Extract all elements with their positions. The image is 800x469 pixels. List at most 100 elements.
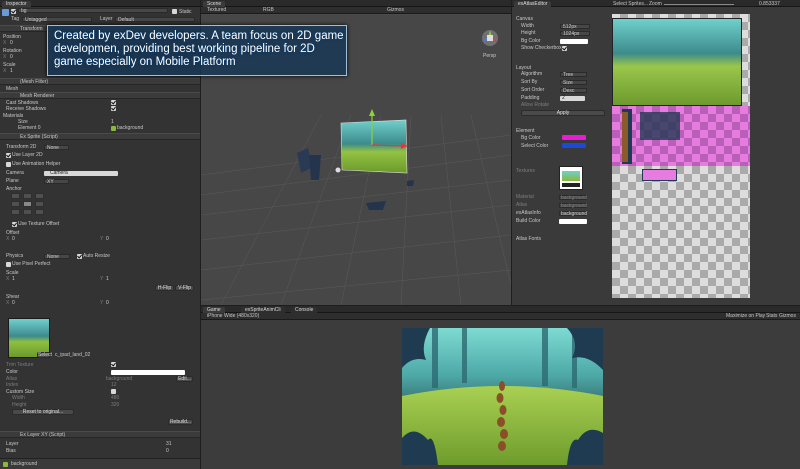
atlas-leaf-sprite[interactable]: [640, 112, 680, 140]
atlas-canvas[interactable]: [612, 14, 750, 298]
allow-rotate-label: Allow Rotate: [521, 102, 550, 108]
use-anim-helper-checkbox[interactable]: [6, 162, 11, 167]
scale-x-value[interactable]: 1: [10, 68, 13, 74]
tab-atlas-editor[interactable]: exAtlasEditor: [514, 1, 552, 7]
layer-dropdown[interactable]: Default: [115, 17, 195, 23]
canvas-width-dropdown[interactable]: 512px: [560, 24, 590, 30]
anchor-bot-left[interactable]: [11, 209, 20, 215]
anchor-bot-right[interactable]: [35, 209, 44, 215]
anchor-top-center[interactable]: [23, 193, 32, 199]
show-checkerbox-checkbox[interactable]: [562, 46, 567, 51]
hflip-button[interactable]: H-Flip: [155, 285, 174, 291]
layerxy-header[interactable]: Ex Layer XY (Script): [0, 431, 200, 438]
receive-shadows-checkbox[interactable]: [111, 106, 116, 111]
offset-y-value[interactable]: 0: [106, 236, 109, 242]
apply-button[interactable]: Apply: [521, 110, 605, 116]
atlas-small-sprites[interactable]: [642, 169, 677, 181]
show-checkerbox-label: Show Checkerbox: [521, 45, 562, 51]
bias-value[interactable]: 0: [166, 448, 169, 454]
anchor-mid-center[interactable]: [23, 201, 32, 207]
object-name-field[interactable]: bg: [18, 8, 168, 14]
padding-field[interactable]: 2: [560, 95, 585, 101]
width-label: Width: [12, 395, 25, 401]
use-pixel-perfect-checkbox[interactable]: [6, 262, 11, 267]
camera-field[interactable]: Camera: [44, 170, 118, 176]
plane-dropdown[interactable]: XY: [44, 179, 69, 185]
atlas-bg-sprite[interactable]: [612, 18, 742, 106]
texture-preview[interactable]: [559, 166, 583, 190]
bottom-material-bar[interactable]: background: [0, 458, 200, 469]
size-value[interactable]: 1: [111, 119, 114, 125]
anchor-top-right[interactable]: [35, 193, 44, 199]
rot-x-value[interactable]: 0: [10, 54, 13, 60]
element-bg-color-swatch[interactable]: [562, 135, 586, 140]
cast-shadows-checkbox[interactable]: [111, 100, 116, 105]
atlas-magenta-region[interactable]: [612, 106, 750, 166]
element0-value[interactable]: background: [117, 125, 143, 131]
atlas-vine-sprite[interactable]: [622, 112, 628, 162]
rebuild-button[interactable]: Rebuild...: [168, 419, 193, 425]
color-mode-dropdown[interactable]: RGB: [263, 7, 274, 13]
shear-x-value[interactable]: 0: [12, 300, 15, 306]
resolution-dropdown[interactable]: iPhone Wide (480x320): [207, 313, 259, 319]
material-field[interactable]: background: [559, 195, 587, 201]
layer2-value[interactable]: 31: [166, 441, 172, 447]
scene-gizmos-dropdown[interactable]: Gizmos: [387, 7, 404, 13]
mesh-renderer-header[interactable]: Mesh Renderer: [0, 92, 200, 99]
tab-inspector[interactable]: Inspector: [2, 1, 31, 7]
use-layer2d-checkbox[interactable]: [6, 153, 11, 158]
anchor-mid-right[interactable]: [35, 201, 44, 207]
sortby-dropdown[interactable]: Size: [560, 80, 587, 86]
orientation-gizmo[interactable]: [482, 30, 498, 46]
static-checkbox[interactable]: [172, 9, 177, 14]
algorithm-dropdown[interactable]: Tree: [560, 72, 587, 78]
camera-gizmo[interactable]: [335, 167, 341, 173]
zoom-value[interactable]: 0.853337: [759, 1, 780, 7]
scale2-y-value[interactable]: 1: [106, 276, 109, 282]
select-color-swatch[interactable]: [562, 143, 586, 148]
sprite-thumbnail[interactable]: Select: [8, 318, 52, 358]
sortorder-dropdown[interactable]: Desc: [560, 88, 587, 94]
vflip-button[interactable]: V-Flip: [175, 285, 194, 291]
mesh-filter-header[interactable]: (Mesh Filter): [0, 78, 200, 85]
active-checkbox[interactable]: [11, 9, 16, 14]
offset-x-value[interactable]: 0: [12, 236, 15, 242]
build-color-swatch[interactable]: [559, 219, 587, 224]
atlasinfo-field[interactable]: background: [559, 211, 587, 217]
bottom-material-icon: [3, 462, 8, 467]
reset-original-button[interactable]: Reset to original...: [12, 409, 74, 415]
zoom-slider[interactable]: [664, 4, 734, 5]
color-swatch[interactable]: [111, 370, 185, 375]
sprite-quad[interactable]: [340, 119, 408, 174]
game-viewport[interactable]: [402, 328, 603, 465]
bg-color-swatch[interactable]: [560, 39, 588, 44]
tag-label: Tag: [11, 16, 20, 22]
select-button[interactable]: Select: [37, 352, 52, 358]
pos-x-value[interactable]: 0: [10, 40, 13, 46]
shear-y-value[interactable]: 0: [106, 300, 109, 306]
sprite-shadow-small: [407, 180, 414, 186]
maximize-on-play-button[interactable]: Maximize on Play: [726, 313, 765, 319]
anchor-mid-left[interactable]: [11, 201, 20, 207]
canvas-height-dropdown[interactable]: 1024px: [560, 31, 590, 37]
ex-sprite-header[interactable]: Ex Sprite (Script): [0, 133, 200, 140]
scale2-x-value[interactable]: 1: [12, 276, 15, 282]
tag-dropdown[interactable]: Untagged: [22, 17, 92, 23]
edit-button[interactable]: Edit...: [176, 376, 193, 382]
use-texture-offset-checkbox[interactable]: [12, 222, 17, 227]
stats-button[interactable]: Stats: [766, 313, 777, 319]
canvas-height-label: Height: [521, 30, 536, 36]
select-sprites-button[interactable]: Select Sprites...: [613, 1, 648, 7]
anchor-bot-center[interactable]: [23, 209, 32, 215]
atlas-field[interactable]: background: [559, 203, 587, 209]
anchor-top-left[interactable]: [11, 193, 20, 199]
element-title: Element: [516, 128, 535, 134]
transform2d-dropdown[interactable]: None: [44, 145, 69, 151]
game-gizmos-button[interactable]: Gizmos: [779, 313, 796, 319]
physics-dropdown[interactable]: None: [44, 254, 70, 260]
trim-texture-checkbox[interactable]: [111, 362, 116, 367]
render-mode-dropdown[interactable]: Textured: [207, 7, 226, 13]
custom-size-checkbox[interactable]: [111, 389, 116, 394]
auto-resize-checkbox[interactable]: [77, 254, 82, 259]
trim-texture-label: Trim Texture: [6, 362, 34, 368]
